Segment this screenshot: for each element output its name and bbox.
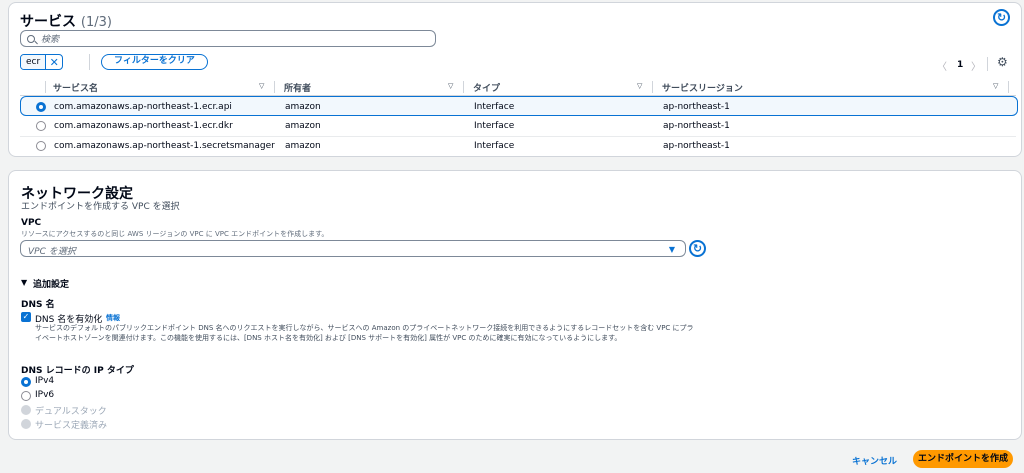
vpc-description: リソースにアクセスするのと同じ AWS リージョンの VPC に VPC エンド… [21,230,329,238]
ipv6-label: IPv6 [35,390,55,400]
refresh-vpc-icon[interactable]: ↻ [689,240,706,257]
dualstack-label: デュアルスタック [35,407,107,417]
sort-caret-icon[interactable]: ▽ [993,82,998,90]
service-name-cell: com.amazonaws.ap-northeast-1.ecr.api [54,102,232,112]
clear-filters-button[interactable]: フィルターをクリア [101,54,208,70]
owner-cell: amazon [285,121,321,131]
vpc-label: VPC [21,218,42,228]
dns-enable-checkbox[interactable]: ✓ [21,312,31,322]
sort-caret-icon[interactable]: ▽ [448,82,453,90]
ipv6-radio[interactable] [21,391,31,401]
service-defined-radio [21,419,31,429]
vpc-select[interactable]: VPC を選択 ▼ [20,240,686,257]
dns-description: サービスのデフォルトのパブリックエンドポイント DNS 名へのリクエストを実行し… [35,324,694,342]
vpc-placeholder: VPC を選択 [28,247,76,257]
refresh-services-icon[interactable]: ↻ [993,9,1010,26]
ipv4-radio[interactable] [21,377,31,387]
service-name-cell: com.amazonaws.ap-northeast-1.ecr.dkr [54,121,233,131]
create-endpoint-button[interactable]: エンドポイントを作成 [913,450,1013,468]
column-header-owner[interactable]: 所有者 [284,81,311,94]
gear-icon[interactable]: ⚙ [997,55,1008,69]
column-divider [1008,81,1009,93]
column-divider [45,81,46,93]
owner-cell: amazon [285,141,321,151]
ip-type-label: DNS レコードの IP タイプ [21,366,134,376]
table-row[interactable]: com.amazonaws.ap-northeast-1.ecr.dkr ama… [20,116,1018,136]
filter-token-value: ecr [21,55,47,69]
column-divider [652,81,653,93]
column-header-service-name[interactable]: サービス名 [53,81,98,94]
caret-down-icon: ▼ [668,245,675,254]
table-row[interactable]: com.amazonaws.ap-northeast-1.secretsmana… [20,136,1018,156]
services-count: (1/3) [80,15,112,30]
region-cell: ap-northeast-1 [663,141,730,151]
services-panel: サービス (1/3) ↻ 検索 ecr ✕ フィルターをクリア 〈 1 〉 ⚙ … [8,2,1022,157]
column-header-region[interactable]: サービスリージョン [662,81,743,94]
type-cell: Interface [474,121,515,131]
services-title-text: サービス [20,14,76,30]
services-title: サービス (1/3) [20,11,112,31]
network-description: エンドポイントを作成する VPC を選択 [21,202,180,212]
region-cell: ap-northeast-1 [663,121,730,131]
column-divider [274,81,275,93]
column-header-type[interactable]: タイプ [473,81,500,94]
remove-filter-icon[interactable]: ✕ [46,55,62,69]
ipv4-label: IPv4 [35,376,55,386]
owner-cell: amazon [285,102,321,112]
info-link[interactable]: 情報 [106,313,120,323]
search-placeholder: 検索 [41,35,60,45]
network-settings-panel: ネットワーク設定 エンドポイントを作成する VPC を選択 VPC リソースにア… [8,170,1022,440]
row-radio[interactable] [36,102,46,112]
filter-divider [89,54,90,70]
column-divider [463,81,464,93]
type-cell: Interface [474,141,515,151]
pager-divider [987,57,988,71]
search-input[interactable]: 検索 [20,30,436,47]
next-page-icon[interactable]: 〉 [971,58,981,73]
caret-expanded-icon[interactable]: ▼ [21,278,27,287]
dns-name-label: DNS 名 [21,300,55,310]
search-icon [27,34,35,43]
filter-token: ecr ✕ [20,54,64,70]
additional-settings-toggle[interactable]: 追加設定 [33,277,69,290]
prev-page-icon[interactable]: 〈 [937,58,947,73]
service-name-cell: com.amazonaws.ap-northeast-1.secretsmana… [54,141,275,151]
cancel-button[interactable]: キャンセル [852,454,897,467]
dualstack-radio [21,405,31,415]
sort-caret-icon[interactable]: ▽ [259,82,264,90]
page-number[interactable]: 1 [957,60,963,70]
type-cell: Interface [474,102,515,112]
service-defined-label: サービス定義済み [35,421,108,431]
sort-caret-icon[interactable]: ▽ [637,82,642,90]
table-row[interactable]: com.amazonaws.ap-northeast-1.ecr.api ama… [20,96,1018,116]
row-radio[interactable] [36,141,46,151]
region-cell: ap-northeast-1 [663,102,730,112]
row-radio[interactable] [36,121,46,131]
